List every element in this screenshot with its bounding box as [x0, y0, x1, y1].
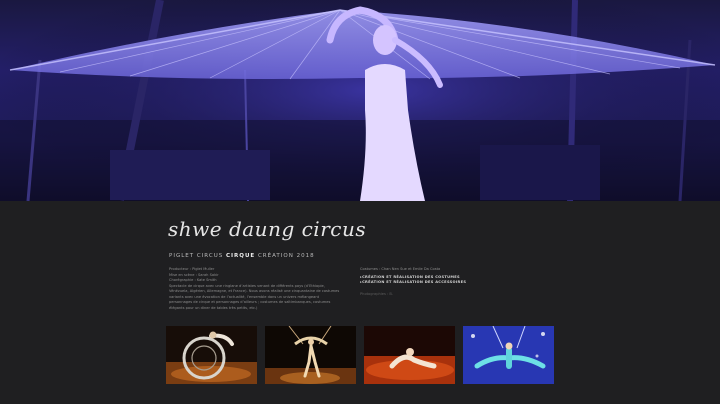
gallery-thumb-wheel[interactable]	[166, 326, 257, 384]
photo-credit: Photographies : B.	[360, 291, 393, 296]
credits-column: Producteur : Piglet Muller Mise en scène…	[169, 267, 341, 311]
gallery-thumb-floor[interactable]	[364, 326, 455, 384]
gallery-thumb-aerial[interactable]	[463, 326, 554, 384]
subtitle-year: CRÉATION 2018	[257, 253, 315, 259]
work-list: CRÉATION ET RÉALISATION DES COSTUMES CRÉ…	[360, 275, 540, 286]
subtitle-company: PIGLET CIRCUS	[169, 253, 224, 259]
hero-image	[0, 0, 720, 201]
show-details: shwe daung circus PIGLET CIRCUS CIRQUE C…	[0, 201, 720, 404]
gallery-thumb-trapeze[interactable]	[265, 326, 356, 384]
show-subtitle: PIGLET CIRCUS CIRQUE CRÉATION 2018	[169, 253, 315, 259]
show-description: Spectacle de cirque avec une ringlane d’…	[169, 283, 340, 310]
costume-column: Costumes : Chan Nen Sue et Emile Da Cost…	[360, 267, 540, 297]
subtitle-category: CIRQUE	[225, 253, 256, 259]
work-item-accessories: CRÉATION ET RÉALISATION DES ACCESSOIRES	[360, 280, 540, 286]
page-title: shwe daung circus	[168, 217, 367, 241]
credit-costumes: Costumes : Chan Nen Sue et Emile Da Cost…	[360, 267, 441, 271]
